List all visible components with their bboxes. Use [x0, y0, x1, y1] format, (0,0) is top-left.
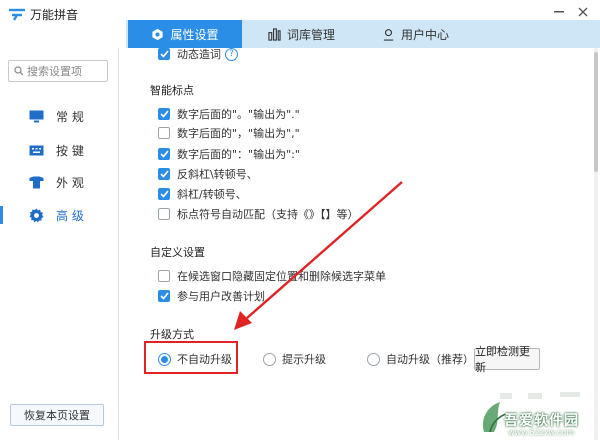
- option-label: 数字后面的"："输出为":": [177, 148, 300, 161]
- watermark-brand: 吾爱软件园: [504, 413, 579, 429]
- minimize-button[interactable]: [550, 4, 568, 20]
- option-label: 在候选窗口隐藏固定位置和删除候选字菜单: [177, 270, 386, 283]
- sidebar-item-label: 高 级: [56, 208, 84, 223]
- option-hide-candidate-menu[interactable]: 在候选窗口隐藏固定位置和删除候选字菜单: [158, 268, 386, 284]
- check-icon: [159, 170, 169, 178]
- close-icon: [578, 7, 588, 17]
- radio-no-auto-upgrade[interactable]: 不自动升级: [158, 351, 232, 367]
- checkbox[interactable]: [158, 148, 170, 160]
- hexagon-icon: [152, 28, 164, 40]
- sidebar-item-label: 外 观: [56, 175, 84, 190]
- sidebar-item-keys[interactable]: 按 键: [0, 138, 116, 162]
- option-punct-colon[interactable]: 数字后面的"："输出为":": [158, 146, 300, 162]
- radio-button[interactable]: [158, 352, 171, 366]
- checkbox[interactable]: [158, 290, 170, 302]
- option-improvement-plan[interactable]: 参与用户改善计划: [158, 288, 265, 304]
- help-icon[interactable]: ?: [225, 48, 238, 61]
- option-punct-period[interactable]: 数字后面的"。"输出为".": [158, 106, 300, 122]
- checkbox[interactable]: [158, 48, 170, 60]
- option-auto-match[interactable]: 标点符号自动匹配（支持《》【】等）: [158, 206, 359, 222]
- watermark-url: www.52zxw.com: [508, 428, 574, 437]
- sidebar-item-appearance[interactable]: 外 观: [0, 170, 116, 194]
- option-label: 数字后面的"。"输出为".": [177, 108, 300, 121]
- sidebar-divider: [118, 48, 119, 440]
- radio-label: 提示升级: [282, 353, 326, 366]
- checkbox[interactable]: [158, 270, 170, 282]
- app-title: 万能拼音: [30, 8, 79, 22]
- section-title-smart-punct: 智能标点: [150, 84, 194, 97]
- monitor-icon: [29, 110, 43, 122]
- option-punct-comma[interactable]: 数字后面的"，"输出为",": [158, 125, 300, 141]
- close-button[interactable]: [574, 4, 592, 20]
- checkbox[interactable]: [158, 168, 170, 180]
- checkbox[interactable]: [158, 127, 170, 139]
- user-icon: [383, 28, 394, 41]
- option-label: 参与用户改善计划: [177, 290, 265, 303]
- watermark: 吾爱软件园 www.52zxw.com: [470, 392, 600, 440]
- option-label: 反斜杠\转顿号、: [177, 168, 258, 181]
- option-label: 动态造词: [177, 48, 221, 61]
- tab-properties[interactable]: 属性设置: [128, 20, 242, 48]
- search-input[interactable]: 搜索设置项: [8, 60, 108, 82]
- keyboard-icon: [29, 145, 43, 155]
- option-label: 数字后面的"，"输出为",": [177, 127, 300, 140]
- option-label: 斜杠/转顿号、: [177, 188, 247, 201]
- option-label: 标点符号自动匹配（支持《》【】等）: [177, 208, 359, 221]
- section-title-custom: 自定义设置: [150, 246, 205, 259]
- bars-icon: [268, 27, 281, 41]
- sidebar-item-label: 常 规: [56, 109, 84, 124]
- checkbox[interactable]: [158, 208, 170, 220]
- radio-auto-upgrade[interactable]: 自动升级（推荐）: [367, 351, 474, 367]
- check-update-button[interactable]: 立即检测更新: [474, 345, 540, 374]
- sidebar-item-general[interactable]: 常 规: [0, 104, 116, 128]
- check-icon: [159, 292, 169, 300]
- radio-label: 不自动升级: [177, 353, 232, 366]
- app-logo-icon: [9, 8, 25, 21]
- radio-prompt-upgrade[interactable]: 提示升级: [263, 351, 326, 367]
- search-placeholder: 搜索设置项: [27, 65, 82, 78]
- search-icon: [14, 66, 24, 76]
- tab-label: 词库管理: [287, 27, 336, 42]
- checkbox[interactable]: [158, 188, 170, 200]
- section-title-upgrade: 升级方式: [150, 328, 194, 341]
- check-icon: [159, 110, 169, 118]
- tab-user-center[interactable]: 用户中心: [382, 20, 482, 48]
- scrollbar-thumb[interactable]: [594, 52, 598, 172]
- radio-label: 自动升级（推荐）: [386, 353, 474, 366]
- option-backslash[interactable]: 反斜杠\转顿号、: [158, 166, 258, 182]
- shirt-icon: [29, 176, 43, 188]
- check-icon: [159, 190, 169, 198]
- settings-panel: 动态造词 ? 智能标点 数字后面的"。"输出为"." 数字后面的"，"输出为",…: [120, 48, 600, 440]
- option-slash[interactable]: 斜杠/转顿号、: [158, 186, 247, 202]
- option-dynamic-word[interactable]: 动态造词 ?: [158, 48, 238, 62]
- checkbox[interactable]: [158, 108, 170, 120]
- sidebar-item-advanced[interactable]: 高 级: [0, 203, 116, 227]
- tab-label: 属性设置: [170, 27, 219, 42]
- minimize-icon: [554, 11, 564, 13]
- check-icon: [159, 150, 169, 158]
- sidebar-item-label: 按 键: [56, 143, 84, 158]
- radio-button[interactable]: [263, 352, 276, 366]
- check-icon: [159, 50, 169, 58]
- radio-button[interactable]: [367, 352, 380, 366]
- sidebar: 搜索设置项 常 规 按 键 外 观 高 级 恢复本页设置: [0, 48, 116, 440]
- tab-label: 用户中心: [401, 27, 450, 42]
- tab-dictionary[interactable]: 词库管理: [268, 20, 368, 48]
- restore-page-settings-button[interactable]: 恢复本页设置: [10, 404, 104, 426]
- gear-icon: [28, 207, 44, 223]
